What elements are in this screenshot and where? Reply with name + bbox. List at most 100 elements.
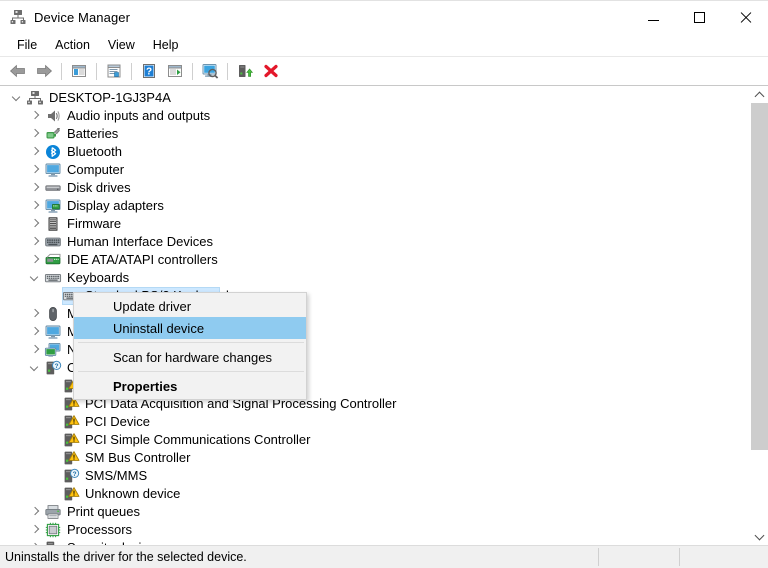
chevron-spacer	[46, 287, 62, 305]
tree-item-label: Firmware	[67, 215, 121, 233]
chevron-right-icon[interactable]	[28, 161, 44, 179]
chevron-right-icon[interactable]	[28, 233, 44, 251]
context-menu[interactable]: Update driverUninstall device Scan for ha…	[73, 292, 307, 400]
chevron-down-icon[interactable]	[28, 269, 44, 287]
mouse-icon	[44, 305, 62, 323]
chevron-right-icon[interactable]	[28, 179, 44, 197]
enable-device-button[interactable]	[232, 59, 258, 83]
tree-item[interactable]: IDE ATA/ATAPI controllers	[0, 251, 750, 269]
chevron-right-icon[interactable]	[28, 341, 44, 359]
tree-item-label: Unknown device	[85, 485, 180, 503]
context-menu-item[interactable]: Scan for hardware changes	[74, 346, 306, 368]
chevron-right-icon[interactable]	[28, 251, 44, 269]
tree-item[interactable]: SM Bus Controller	[0, 449, 750, 467]
scrollbar-track[interactable]	[751, 103, 768, 528]
tree-item[interactable]: Keyboards	[0, 269, 750, 287]
disk-drive-icon	[44, 179, 62, 197]
chevron-down-icon[interactable]	[28, 359, 44, 377]
tree-item-label: Keyboards	[67, 269, 129, 287]
chevron-right-icon[interactable]	[28, 215, 44, 233]
chevron-right-icon[interactable]	[28, 197, 44, 215]
tree-item[interactable]: Unknown device	[0, 485, 750, 503]
scroll-up-button[interactable]	[751, 86, 768, 103]
tree-item-label: Batteries	[67, 125, 118, 143]
close-icon	[739, 11, 752, 24]
tree-item[interactable]: PCI Simple Communications Controller	[0, 431, 750, 449]
context-menu-item[interactable]: Properties	[74, 375, 306, 397]
scroll-down-button[interactable]	[751, 528, 768, 545]
tree-item[interactable]: Print queues	[0, 503, 750, 521]
chevron-right-icon[interactable]	[28, 305, 44, 323]
tree-item-label: Disk drives	[67, 179, 131, 197]
tree-item-label: Audio inputs and outputs	[67, 107, 210, 125]
menu-view[interactable]: View	[99, 36, 144, 54]
chevron-right-icon[interactable]	[28, 503, 44, 521]
tree-item[interactable]: Bluetooth	[0, 143, 750, 161]
device-manager-window: Device Manager File Action View Help	[0, 0, 768, 568]
update-driver-icon	[166, 63, 184, 79]
monitor-icon	[44, 161, 62, 179]
vertical-scrollbar[interactable]	[750, 86, 768, 545]
unknown-device-icon: ?	[44, 359, 62, 377]
tree-item[interactable]: ? SMS/MMS	[0, 467, 750, 485]
tree-item[interactable]: Computer	[0, 161, 750, 179]
tree-item[interactable]: PCI Device	[0, 413, 750, 431]
show-hide-console-tree-button[interactable]	[66, 59, 92, 83]
chevron-right-icon[interactable]	[28, 125, 44, 143]
chevron-right-icon[interactable]	[28, 521, 44, 539]
context-menu-item[interactable]: Update driver	[74, 295, 306, 317]
menu-file[interactable]: File	[8, 36, 46, 54]
back-button[interactable]	[5, 59, 31, 83]
printer-icon	[44, 503, 62, 521]
tree-item[interactable]: Display adapters	[0, 197, 750, 215]
scan-for-hardware-changes-button[interactable]	[197, 59, 223, 83]
chevron-right-icon[interactable]	[28, 107, 44, 125]
menu-action[interactable]: Action	[46, 36, 99, 54]
chevron-spacer	[46, 467, 62, 485]
tree-item[interactable]: DESKTOP-1GJ3P4A	[0, 89, 750, 107]
monitor-icon	[44, 323, 62, 341]
tree-item-label: Computer	[67, 161, 124, 179]
update-driver-button[interactable]	[162, 59, 188, 83]
firmware-icon	[44, 215, 62, 233]
chevron-down-icon[interactable]	[10, 89, 26, 107]
svg-text:?: ?	[146, 67, 152, 78]
tree-item-label: SMS/MMS	[85, 467, 147, 485]
properties-button[interactable]	[101, 59, 127, 83]
tree-item[interactable]: Human Interface Devices	[0, 233, 750, 251]
forward-button[interactable]	[31, 59, 57, 83]
speaker-icon	[44, 107, 62, 125]
toolbar-separator	[131, 63, 132, 80]
warning-device-icon	[62, 413, 80, 431]
context-menu-item[interactable]: Uninstall device	[74, 317, 306, 339]
warning-device-icon	[62, 449, 80, 467]
menu-help[interactable]: Help	[144, 36, 188, 54]
content-area: DESKTOP-1GJ3P4AAudio inputs and outputsB…	[0, 86, 768, 545]
warning-device-icon	[62, 485, 80, 503]
tree-item[interactable]: Audio inputs and outputs	[0, 107, 750, 125]
svg-text:?: ?	[73, 471, 77, 478]
unknown-device-icon: ?	[62, 467, 80, 485]
context-menu-item-label: Properties	[113, 379, 177, 394]
tree-item-label: Human Interface Devices	[67, 233, 213, 251]
tree-item[interactable]: Processors	[0, 521, 750, 539]
tree-item-label: DESKTOP-1GJ3P4A	[49, 89, 171, 107]
tree-item-label: PCI Device	[85, 413, 150, 431]
chevron-right-icon[interactable]	[28, 323, 44, 341]
menu-separator	[78, 371, 304, 372]
chevron-spacer	[46, 485, 62, 503]
help-button[interactable]: ?	[136, 59, 162, 83]
disk-drive-icon	[44, 179, 62, 197]
tree-item[interactable]: Disk drives	[0, 179, 750, 197]
speaker-icon	[44, 107, 62, 125]
maximize-button[interactable]	[676, 1, 722, 33]
monitor-icon	[44, 323, 62, 341]
scrollbar-thumb[interactable]	[751, 103, 768, 450]
tree-item[interactable]: Batteries	[0, 125, 750, 143]
tree-item[interactable]: Firmware	[0, 215, 750, 233]
chevron-right-icon[interactable]	[28, 143, 44, 161]
uninstall-device-button[interactable]	[258, 59, 284, 83]
minimize-button[interactable]	[630, 1, 676, 33]
close-button[interactable]	[722, 1, 768, 33]
bluetooth-icon	[44, 143, 62, 161]
